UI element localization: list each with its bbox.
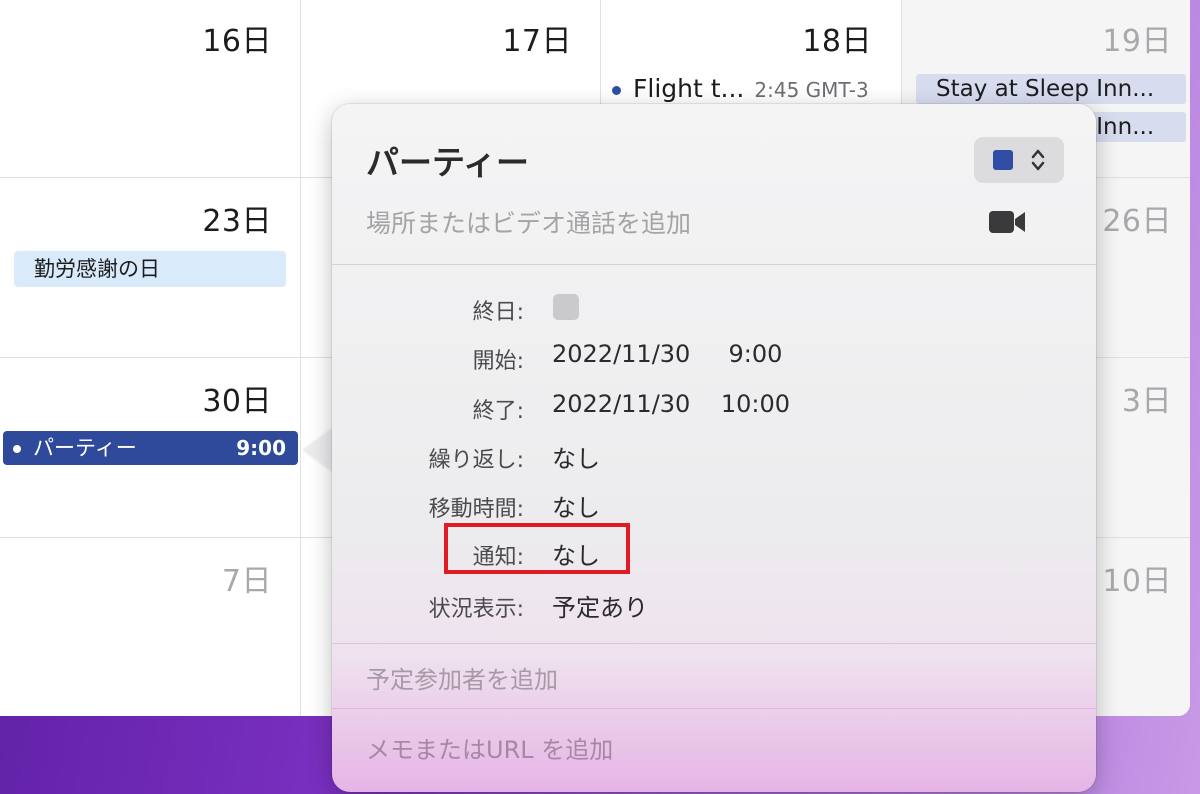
day-19[interactable]: 19日 [1052,16,1172,60]
event-title: パーティー [33,436,137,460]
video-camera-icon[interactable] [988,209,1026,235]
start-label: 開始: [472,349,524,374]
calendar-color-picker[interactable] [974,137,1064,183]
event-dot-icon [612,85,621,95]
travel-time-value[interactable]: なし [552,488,600,523]
notes-url-input[interactable]: メモまたはURL を追加 [366,730,613,765]
add-attendees-input[interactable]: 予定参加者を追加 [366,660,558,695]
event-stay[interactable]: Stay at Sleep Inn... [916,74,1186,104]
chevron-updown-icon [1031,149,1045,171]
highlight-annotation [444,523,630,574]
day-30[interactable]: 30日 [152,376,272,420]
event-flight[interactable]: Flight t... 2:45 GMT-3 [612,74,869,103]
travel-time-label: 移動時間: [428,497,524,522]
divider [332,643,1096,644]
start-datetime[interactable]: 2022/11/30 9:00 [552,340,782,368]
popover-arrow [304,428,334,472]
event-time: 2:45 GMT-3 [754,78,869,102]
status-value[interactable]: 予定あり [552,588,648,623]
divider [332,264,1096,265]
repeat-value[interactable]: なし [552,439,600,474]
event-holiday[interactable]: 勤労感謝の日 [14,251,286,287]
event-dot-icon [13,445,21,453]
status-label: 状況表示: [428,597,524,622]
end-label: 終了: [472,399,524,424]
event-title-field[interactable]: パーティー [366,136,529,184]
day-7[interactable]: 7日 [152,556,272,600]
location-input[interactable]: 場所またはビデオ通話を追加 [366,204,691,240]
grid-line [300,0,301,716]
allday-label: 終日: [472,300,524,325]
day-17[interactable]: 17日 [452,16,572,60]
end-datetime[interactable]: 2022/11/30 10:00 [552,390,790,418]
allday-checkbox[interactable] [553,294,579,320]
event-party[interactable]: パーティー 9:00 [3,431,298,465]
event-detail-popover: パーティー 場所またはビデオ通話を追加 終日: 開始: 2022/11/30 9… [332,104,1096,792]
day-23[interactable]: 23日 [152,196,272,240]
repeat-label: 繰り返し: [428,448,524,473]
divider [332,708,1096,709]
day-16[interactable]: 16日 [152,16,272,60]
day-18[interactable]: 18日 [752,16,872,60]
event-time: 9:00 [236,436,286,460]
event-title: Flight t... [633,74,745,103]
color-swatch [993,150,1013,170]
